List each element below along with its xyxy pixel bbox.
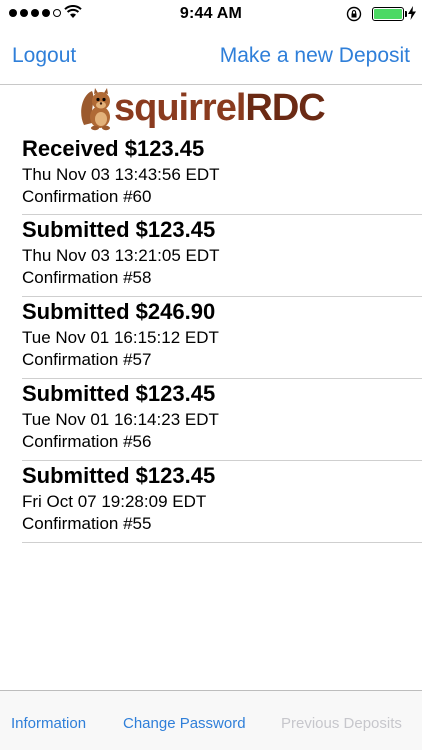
deposit-confirmation: Confirmation #58 bbox=[22, 268, 152, 287]
deposit-confirmation: Confirmation #56 bbox=[22, 432, 152, 451]
logout-button[interactable]: Logout bbox=[12, 44, 76, 68]
deposit-date: Thu Nov 03 13:43:56 EDT bbox=[22, 165, 220, 184]
charging-bolt-icon bbox=[408, 6, 416, 20]
squirrel-mascot-icon bbox=[81, 88, 110, 131]
deposit-status-amount: Received $123.45 bbox=[22, 136, 205, 161]
rotation-lock-icon bbox=[346, 6, 362, 22]
deposit-status-amount: Submitted $123.45 bbox=[22, 463, 216, 488]
deposit-row[interactable]: Submitted $123.45 Fri Oct 07 19:28:09 ED… bbox=[22, 461, 422, 543]
deposit-row[interactable]: Submitted $246.90 Tue Nov 01 16:15:12 ED… bbox=[22, 297, 422, 379]
tab-information[interactable]: Information bbox=[11, 715, 86, 732]
deposits-list: Received $123.45 Thu Nov 03 13:43:56 EDT… bbox=[22, 134, 422, 543]
deposit-status-amount: Submitted $123.45 bbox=[22, 381, 216, 406]
deposit-status-amount: Submitted $246.90 bbox=[22, 299, 216, 324]
status-bar: 9:44 AM bbox=[0, 0, 422, 28]
deposit-confirmation: Confirmation #55 bbox=[22, 514, 152, 533]
tab-previous-deposits[interactable]: Previous Deposits bbox=[281, 715, 402, 732]
tab-bar: Information Change Password Previous Dep… bbox=[0, 690, 422, 750]
tab-change-password[interactable]: Change Password bbox=[123, 715, 246, 732]
squirrelrdc-logo: squirrelRDC bbox=[80, 84, 326, 132]
deposit-row[interactable]: Submitted $123.45 Tue Nov 01 16:14:23 ED… bbox=[22, 379, 422, 461]
logo-text: squirrelRDC bbox=[114, 85, 326, 131]
deposit-row[interactable]: Received $123.45 Thu Nov 03 13:43:56 EDT… bbox=[22, 134, 422, 215]
deposit-confirmation: Confirmation #57 bbox=[22, 350, 152, 369]
deposit-status-amount: Submitted $123.45 bbox=[22, 217, 216, 242]
logo-text-rdc: RDC bbox=[245, 87, 325, 129]
deposit-confirmation: Confirmation #60 bbox=[22, 187, 152, 206]
battery-icon bbox=[372, 7, 407, 21]
deposit-date: Tue Nov 01 16:15:12 EDT bbox=[22, 328, 219, 347]
make-new-deposit-button[interactable]: Make a new Deposit bbox=[220, 44, 410, 68]
navigation-bar: Logout Make a new Deposit bbox=[0, 36, 422, 84]
deposit-row[interactable]: Submitted $123.45 Thu Nov 03 13:21:05 ED… bbox=[22, 215, 422, 297]
logo-text-squirrel: squirrel bbox=[114, 87, 246, 129]
deposit-date: Tue Nov 01 16:14:23 EDT bbox=[22, 410, 219, 429]
deposit-date: Fri Oct 07 19:28:09 EDT bbox=[22, 492, 207, 511]
deposit-date: Thu Nov 03 13:21:05 EDT bbox=[22, 246, 220, 265]
